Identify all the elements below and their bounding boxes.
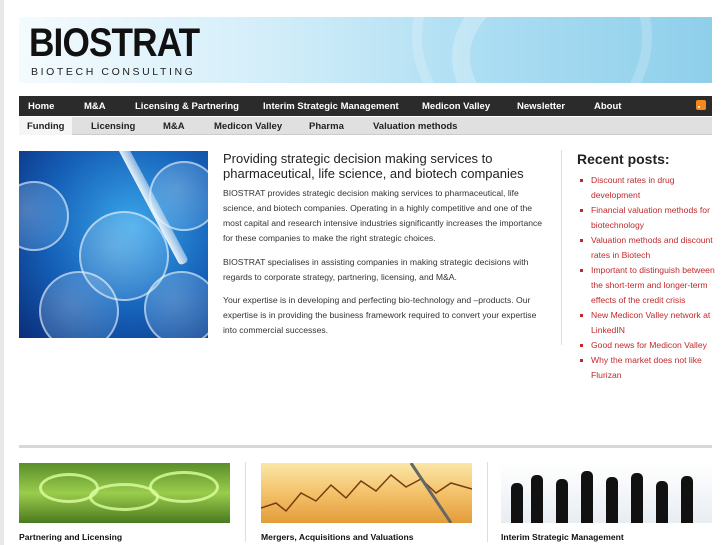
tile-caption-partnering[interactable]: Partnering and Licensing bbox=[19, 532, 122, 542]
recent-post-link[interactable]: Why the market does not like Flurizan bbox=[579, 353, 719, 383]
primary-nav: Home M&A Licensing & Partnering Interim … bbox=[19, 96, 712, 116]
petri-dish-shape bbox=[19, 181, 69, 251]
person-silhouette bbox=[556, 479, 568, 523]
recent-post-link[interactable]: Valuation methods and discount rates in … bbox=[579, 233, 719, 263]
rss-icon[interactable] bbox=[696, 100, 706, 110]
stock-chart-graphic bbox=[261, 463, 472, 523]
tile-caption-interim[interactable]: Interim Strategic Management bbox=[501, 532, 624, 542]
secondary-nav: Funding Licensing M&A Medicon Valley Pha… bbox=[19, 117, 712, 135]
subnav-medicon-valley[interactable]: Medicon Valley bbox=[214, 121, 282, 132]
subnav-valuation-methods[interactable]: Valuation methods bbox=[373, 121, 457, 132]
page-title: Providing strategic decision making serv… bbox=[223, 151, 524, 181]
nav-m-and-a[interactable]: M&A bbox=[84, 101, 106, 112]
person-silhouette bbox=[631, 473, 643, 523]
partnering-licensing-image[interactable] bbox=[19, 463, 230, 523]
hero-image-petri-dishes bbox=[19, 151, 208, 338]
nav-medicon-valley[interactable]: Medicon Valley bbox=[422, 101, 490, 112]
recent-posts-heading: Recent posts: bbox=[577, 151, 670, 167]
person-silhouette bbox=[531, 475, 543, 523]
person-silhouette bbox=[606, 477, 618, 523]
recent-post-link[interactable]: Good news for Medicon Valley bbox=[579, 338, 719, 353]
person-silhouette bbox=[581, 471, 593, 523]
recent-post-link[interactable]: Financial valuation methods for biotechn… bbox=[579, 203, 719, 233]
nav-about[interactable]: About bbox=[594, 101, 621, 112]
specialisation-paragraph: BIOSTRAT specialises in assisting compan… bbox=[223, 257, 529, 282]
section-divider bbox=[19, 445, 712, 448]
person-silhouette bbox=[656, 481, 668, 523]
recent-posts-list: Discount rates in drug development Finan… bbox=[579, 173, 719, 383]
nav-licensing-partnering[interactable]: Licensing & Partnering bbox=[135, 101, 239, 112]
tile-divider bbox=[487, 462, 488, 542]
person-silhouette bbox=[681, 476, 693, 523]
nav-interim-strategic-management[interactable]: Interim Strategic Management bbox=[263, 101, 399, 112]
intro-paragraph: BIOSTRAT provides strategic decision mak… bbox=[223, 188, 543, 243]
page: BIOSTRAT BIOTECH CONSULTING Home M&A Lic… bbox=[4, 0, 727, 545]
column-divider bbox=[561, 150, 562, 345]
recent-post-link[interactable]: New Medicon Valley network at LinkedIN bbox=[579, 308, 719, 338]
tile-divider bbox=[245, 462, 246, 542]
person-silhouette bbox=[511, 483, 523, 523]
expertise-paragraph: Your expertise is in developing and perf… bbox=[223, 295, 537, 335]
tile-caption-mergers[interactable]: Mergers, Acquisitions and Valuations bbox=[261, 532, 414, 542]
interim-management-image[interactable] bbox=[501, 463, 712, 523]
subnav-licensing[interactable]: Licensing bbox=[91, 121, 135, 132]
subnav-m-and-a[interactable]: M&A bbox=[163, 121, 185, 132]
site-logo[interactable]: BIOSTRAT bbox=[29, 21, 200, 66]
recent-post-link[interactable]: Discount rates in drug development bbox=[579, 173, 719, 203]
nav-newsletter[interactable]: Newsletter bbox=[517, 101, 565, 112]
mergers-acquisitions-image[interactable] bbox=[261, 463, 472, 523]
site-tagline: BIOTECH CONSULTING bbox=[31, 66, 196, 78]
site-header: BIOSTRAT BIOTECH CONSULTING bbox=[19, 17, 712, 83]
recent-post-link[interactable]: Important to distinguish between the sho… bbox=[579, 263, 719, 308]
subnav-funding[interactable]: Funding bbox=[19, 117, 73, 135]
nav-home[interactable]: Home bbox=[28, 101, 54, 112]
subnav-pharma[interactable]: Pharma bbox=[309, 121, 344, 132]
dna-helix-shape bbox=[149, 471, 219, 503]
header-decoration bbox=[412, 17, 652, 83]
